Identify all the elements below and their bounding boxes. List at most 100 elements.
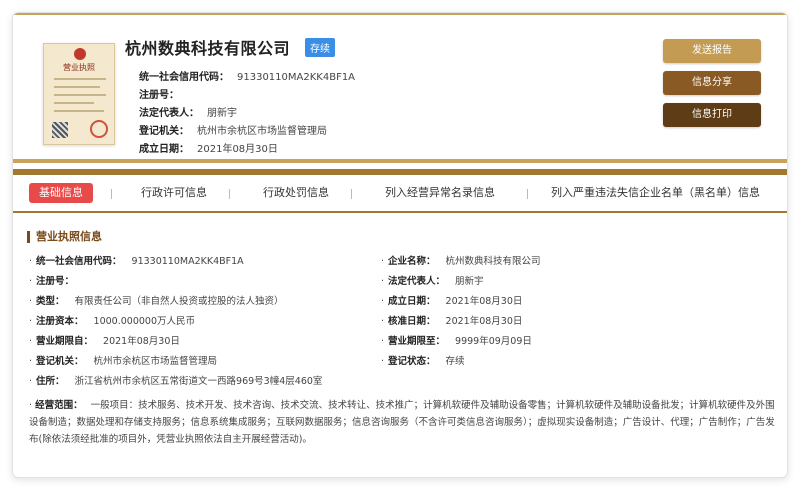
field-value: 9999年09月09日 bbox=[455, 336, 532, 347]
tab-admin-license[interactable]: 行政许可信息 bbox=[141, 183, 207, 203]
field-label: 登记状态： bbox=[388, 356, 436, 367]
info-label: 统一社会信用代码： bbox=[139, 72, 229, 83]
info-label: 法定代表人： bbox=[139, 108, 199, 119]
field-address: · 住所： 浙江省杭州市余杭区五常街道文一西路969号3幢4层460室 bbox=[29, 375, 322, 389]
bullet: · bbox=[381, 356, 385, 367]
license-text-line bbox=[54, 110, 104, 112]
field-value: 朋新宇 bbox=[455, 276, 484, 287]
company-info-card: 营业执照 杭州数典科技有限公司 存续 统一社会信用代码： 91330110MA2K… bbox=[12, 12, 788, 478]
field-value: 2021年08月30日 bbox=[445, 316, 523, 327]
header-info-row: 登记机关： 杭州市余杭区市场监督管理局 bbox=[139, 123, 355, 141]
field-reg-status: · 登记状态： 存续 bbox=[381, 355, 465, 369]
info-value: 2021年08月30日 bbox=[197, 144, 278, 155]
field-label: 成立日期： bbox=[388, 296, 436, 307]
bullet: · bbox=[29, 356, 33, 367]
divider bbox=[13, 159, 787, 163]
field-value: 1000.000000万人民币 bbox=[93, 316, 196, 327]
info-value: 91330110MA2KK4BF1A bbox=[237, 72, 356, 83]
tab-admin-penalty[interactable]: 行政处罚信息 bbox=[263, 183, 329, 203]
bullet: · bbox=[29, 376, 33, 387]
divider bbox=[13, 211, 787, 213]
tab-abnormal-list[interactable]: 列入经营异常名录信息 bbox=[385, 183, 495, 203]
info-label: 成立日期： bbox=[139, 144, 189, 155]
section-title: 营业执照信息 bbox=[27, 231, 102, 243]
tab-blacklist[interactable]: 列入严重违法失信企业名单（黑名单）信息 bbox=[551, 183, 760, 203]
field-label: 企业名称： bbox=[388, 256, 436, 267]
print-info-button[interactable]: 信息打印 bbox=[663, 103, 761, 127]
field-value: 有限责任公司（非自然人投资或控股的法人独资） bbox=[74, 296, 284, 307]
license-text-line bbox=[54, 78, 106, 80]
license-text-line bbox=[54, 94, 106, 96]
bullet: · bbox=[29, 316, 33, 327]
field-term-to: · 营业期限至： 9999年09月09日 bbox=[381, 335, 532, 349]
field-reg-number: · 注册号： bbox=[29, 275, 84, 289]
tab-basic-info[interactable]: 基础信息 bbox=[29, 183, 93, 203]
field-business-scope: · 经营范围： 一般项目：技术服务、技术开发、技术咨询、技术交流、技术转让、技术推… bbox=[29, 397, 777, 448]
field-value: 2021年08月30日 bbox=[445, 296, 523, 307]
header-info-list: 统一社会信用代码： 91330110MA2KK4BF1A 注册号： 法定代表人： 朋… bbox=[139, 69, 355, 159]
field-label: 法定代表人： bbox=[388, 276, 446, 287]
field-value: 杭州市余杭区市场监督管理局 bbox=[93, 356, 218, 367]
company-name: 杭州数典科技有限公司 bbox=[125, 39, 291, 58]
field-reg-capital: · 注册资本： 1000.000000万人民币 bbox=[29, 315, 195, 329]
header-info-row: 成立日期： 2021年08月30日 bbox=[139, 141, 355, 159]
field-credit-code: · 统一社会信用代码： 91330110MA2KK4BF1A bbox=[29, 255, 244, 269]
bullet: · bbox=[381, 276, 385, 287]
field-type: · 类型： 有限责任公司（非自然人投资或控股的法人独资） bbox=[29, 295, 284, 309]
qr-code-icon bbox=[52, 122, 68, 138]
field-term-from: · 营业期限自： 2021年08月30日 bbox=[29, 335, 180, 349]
official-seal-icon bbox=[90, 120, 108, 138]
field-label: 注册资本： bbox=[36, 316, 84, 327]
field-label: 登记机关： bbox=[36, 356, 84, 367]
bullet: · bbox=[381, 316, 385, 327]
divider bbox=[13, 169, 787, 175]
info-label: 注册号： bbox=[139, 90, 179, 101]
bullet: · bbox=[29, 400, 33, 411]
info-value: 朋新宇 bbox=[207, 108, 237, 119]
tab-bar: 基础信息 行政许可信息 行政处罚信息 列入经营异常名录信息 列入严重违法失信企业… bbox=[13, 177, 787, 209]
license-text-line bbox=[54, 102, 94, 104]
business-license-image[interactable]: 营业执照 bbox=[43, 43, 115, 145]
share-info-button[interactable]: 信息分享 bbox=[663, 71, 761, 95]
top-accent-bar bbox=[13, 13, 787, 15]
field-value: 2021年08月30日 bbox=[103, 336, 180, 347]
license-image-title: 营业执照 bbox=[63, 63, 95, 72]
field-value: 一般项目：技术服务、技术开发、技术咨询、技术交流、技术转让、技术推广；计算机软硬… bbox=[29, 400, 775, 445]
header-info-row: 法定代表人： 朋新宇 bbox=[139, 105, 355, 123]
field-value: 杭州数典科技有限公司 bbox=[445, 256, 541, 267]
header-info-row: 统一社会信用代码： 91330110MA2KK4BF1A bbox=[139, 69, 355, 87]
field-label: 注册号： bbox=[36, 276, 75, 287]
info-label: 登记机关： bbox=[139, 126, 189, 137]
field-label: 经营范围： bbox=[35, 400, 83, 411]
tab-separator bbox=[111, 189, 112, 199]
field-label: 统一社会信用代码： bbox=[36, 256, 122, 267]
bullet: · bbox=[381, 336, 385, 347]
bullet: · bbox=[29, 296, 33, 307]
info-value: 杭州市余杭区市场监督管理局 bbox=[197, 126, 327, 137]
field-label: 类型： bbox=[36, 296, 65, 307]
field-company-name: · 企业名称： 杭州数典科技有限公司 bbox=[381, 255, 541, 269]
field-label: 住所： bbox=[36, 376, 65, 387]
field-value: 浙江省杭州市余杭区五常街道文一西路969号3幢4层460室 bbox=[74, 376, 323, 387]
tab-separator bbox=[229, 189, 230, 199]
field-established-date: · 成立日期： 2021年08月30日 bbox=[381, 295, 522, 309]
national-emblem-icon bbox=[74, 48, 86, 60]
field-legal-rep: · 法定代表人： 朋新宇 bbox=[381, 275, 484, 289]
field-value: 91330110MA2KK4BF1A bbox=[131, 256, 244, 267]
send-report-button[interactable]: 发送报告 bbox=[663, 39, 761, 63]
tab-separator bbox=[527, 189, 528, 199]
bullet: · bbox=[381, 256, 385, 267]
status-badge: 存续 bbox=[305, 38, 335, 57]
bullet: · bbox=[29, 276, 33, 287]
header-info-row: 注册号： bbox=[139, 87, 355, 105]
tab-separator bbox=[351, 189, 352, 199]
field-approval-date: · 核准日期： 2021年08月30日 bbox=[381, 315, 522, 329]
bullet: · bbox=[381, 296, 385, 307]
license-text-line bbox=[54, 86, 100, 88]
field-label: 核准日期： bbox=[388, 316, 436, 327]
field-label: 营业期限至： bbox=[388, 336, 446, 347]
field-reg-authority: · 登记机关： 杭州市余杭区市场监督管理局 bbox=[29, 355, 217, 369]
field-value: 存续 bbox=[445, 356, 465, 367]
bullet: · bbox=[29, 256, 33, 267]
bullet: · bbox=[29, 336, 33, 347]
